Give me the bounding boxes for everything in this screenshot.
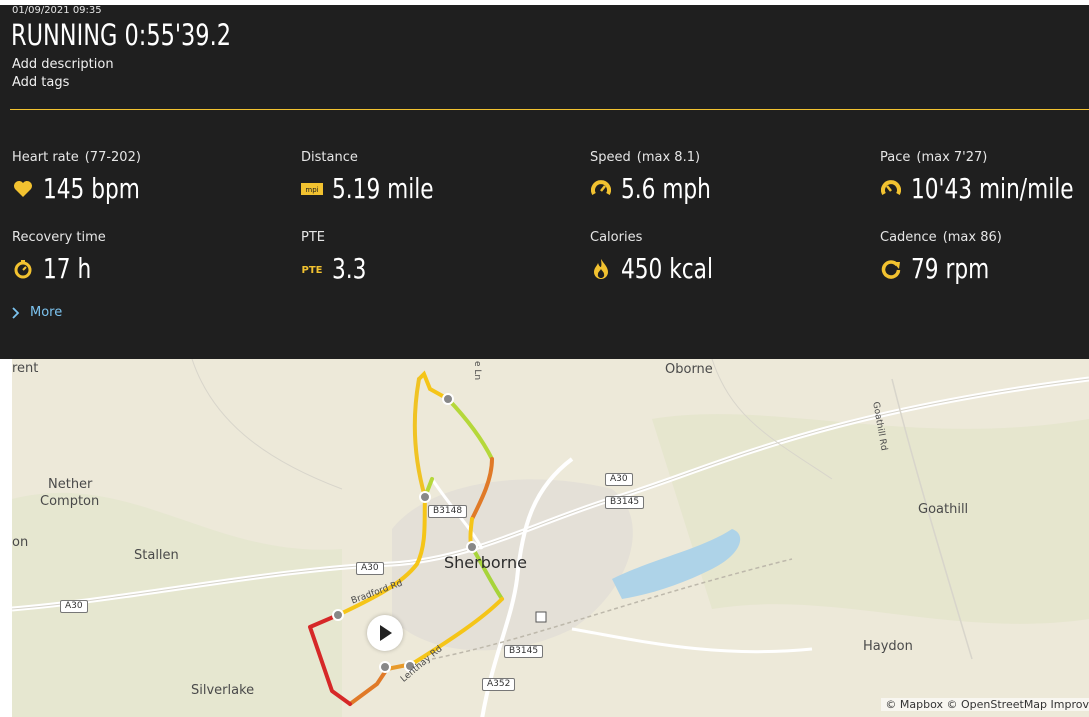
stat-label: Heart rate: [12, 150, 79, 165]
road-badge: B3145: [504, 645, 544, 658]
map-label: Stallen: [134, 548, 179, 563]
stat-label: Cadence: [880, 230, 937, 245]
stat-range: (max 8.1): [636, 150, 701, 165]
stat-value: 450 kcal: [621, 252, 713, 285]
timer-icon: [12, 258, 34, 280]
stat-pace: Pace (max 7'27) 10'43 min/mile: [880, 150, 1089, 205]
route-map[interactable]: rent Oborne Nether Compton on Stallen Sh…: [12, 359, 1089, 717]
more-label: More: [30, 305, 63, 320]
workout-title: RUNNING 0:55'39.2: [11, 18, 231, 52]
stat-pte: PTE PTE 3.3: [301, 230, 372, 285]
stat-value: 5.19 mile: [332, 172, 434, 205]
workout-summary-panel: 01/09/2021 09:35 RUNNING 0:55'39.2 Add d…: [0, 5, 1089, 359]
stat-value: 3.3: [332, 252, 367, 285]
road-badge: A30: [60, 600, 88, 613]
map-attribution[interactable]: © Mapbox © OpenStreetMap Improv: [881, 698, 1089, 711]
road-badge: A30: [605, 473, 633, 486]
map-label: Oborne: [665, 362, 713, 377]
cycle-icon: [880, 258, 902, 280]
stat-label: Calories: [590, 230, 643, 245]
accent-divider: [10, 109, 1089, 110]
map-label: Silverlake: [191, 683, 255, 698]
stat-cadence: Cadence (max 86) 79 rpm: [880, 230, 1002, 285]
add-tags-link[interactable]: Add tags: [12, 75, 69, 90]
stat-speed: Speed (max 8.1) 5.6 mph: [590, 150, 726, 205]
stat-calories: Calories 450 kcal: [590, 230, 728, 285]
stat-value: 17 h: [43, 252, 92, 285]
more-link[interactable]: More: [12, 305, 62, 320]
stat-value: 145 bpm: [43, 172, 140, 205]
stat-value: 10'43 min/mile: [911, 172, 1074, 205]
map-label: rent: [12, 361, 39, 376]
chevron-right-icon: [12, 306, 20, 319]
map-base: [12, 359, 1089, 717]
heart-icon: [12, 178, 34, 200]
flame-icon: [590, 258, 612, 280]
stat-label: Distance: [301, 150, 358, 165]
stat-label: Speed: [590, 150, 631, 165]
stat-recovery-time: Recovery time 17 h: [12, 230, 106, 285]
road-badge: B3145: [605, 496, 645, 509]
road-badge: A352: [482, 678, 516, 691]
stat-heart-rate: Heart rate (77-202) 145 bpm: [12, 150, 156, 205]
stat-range: (77-202): [84, 150, 141, 165]
map-label-town: Sherborne: [444, 553, 527, 572]
stat-range: (max 7'27): [916, 150, 988, 165]
stat-label: PTE: [301, 230, 325, 245]
play-route-button[interactable]: [367, 615, 403, 651]
road-badge: B3148: [428, 505, 468, 518]
map-road-label: e Ln: [472, 361, 482, 381]
pte-icon: PTE: [301, 258, 323, 280]
road-badge: A30: [356, 562, 384, 575]
play-icon: [380, 625, 392, 641]
svg-text:mpi: mpi: [305, 186, 318, 194]
map-label: Nether: [48, 477, 93, 492]
map-label: Compton: [40, 494, 100, 509]
speedometer-icon: [880, 178, 902, 200]
ruler-icon: mpi: [301, 178, 323, 200]
workout-timestamp: 01/09/2021 09:35: [12, 5, 102, 16]
stat-distance: Distance mpi 5.19 mile: [301, 150, 450, 205]
speedometer-icon: [590, 178, 612, 200]
stat-value: 79 rpm: [911, 252, 990, 285]
map-label: on: [12, 535, 29, 550]
svg-text:PTE: PTE: [302, 265, 323, 276]
map-label: Goathill: [918, 502, 969, 517]
stat-value: 5.6 mph: [621, 172, 711, 205]
add-description-link[interactable]: Add description: [12, 57, 114, 72]
stat-label: Recovery time: [12, 230, 106, 245]
stat-range: (max 86): [942, 230, 1002, 245]
stat-label: Pace: [880, 150, 911, 165]
map-label: Haydon: [863, 639, 913, 654]
